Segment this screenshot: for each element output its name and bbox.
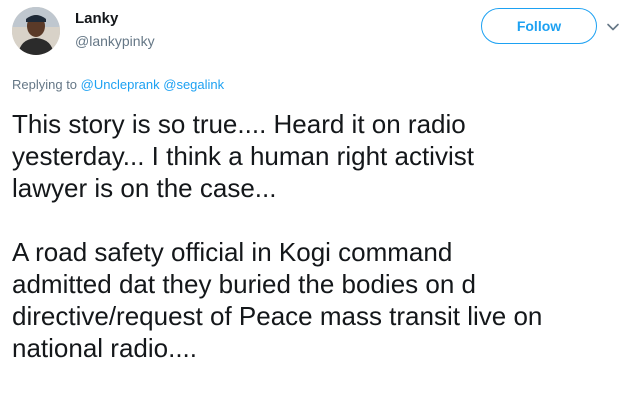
- mention-link[interactable]: @segalink: [163, 77, 224, 92]
- display-name[interactable]: Lanky: [75, 10, 118, 28]
- user-handle[interactable]: @lankypinky: [75, 33, 155, 50]
- tweet-card: Lanky @lankypinky Follow Replying to @Un…: [0, 0, 640, 405]
- tweet-text: This story is so true.... Heard it on ra…: [12, 108, 634, 364]
- tweet-paragraph: A road safety official in Kogi command a…: [12, 237, 543, 363]
- avatar[interactable]: [12, 7, 60, 55]
- follow-button[interactable]: Follow: [481, 8, 597, 44]
- mention-link[interactable]: @Uncleprank: [81, 77, 160, 92]
- tweet-paragraph: This story is so true.... Heard it on ra…: [12, 109, 474, 203]
- reply-context: Replying to @Uncleprank @segalink: [12, 77, 224, 93]
- avatar-image: [12, 7, 60, 55]
- reply-prefix: Replying to: [12, 77, 78, 92]
- chevron-down-icon[interactable]: [606, 20, 620, 34]
